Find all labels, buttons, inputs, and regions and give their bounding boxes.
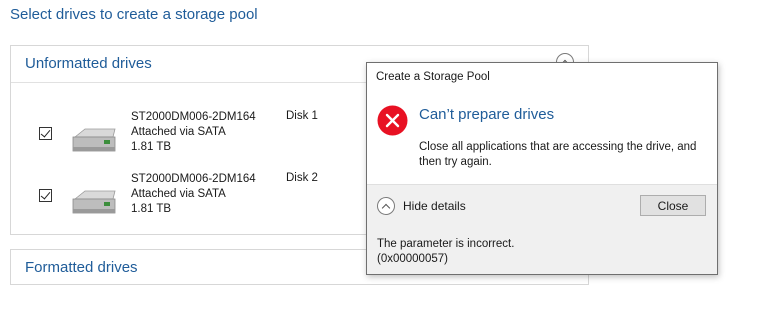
drive-size: 1.81 TB: [131, 141, 172, 153]
error-details: The parameter is incorrect. (0x00000057): [367, 225, 717, 274]
drive-model: ST2000DM006-2DM164: [131, 173, 256, 185]
hard-drive-icon: [72, 128, 116, 152]
drive-checkbox[interactable]: [39, 189, 52, 202]
drive-model: ST2000DM006-2DM164: [131, 111, 256, 123]
dialog-footer: Hide details Close: [367, 184, 717, 226]
unformatted-drives-title: Unformatted drives: [25, 55, 152, 72]
hide-details-label: Hide details: [403, 199, 466, 213]
error-code: (0x00000057): [377, 253, 448, 265]
disk-number: Disk 1: [286, 110, 318, 122]
hard-drive-icon: [72, 190, 116, 214]
close-button[interactable]: Close: [640, 195, 706, 216]
drive-info: ST2000DM006-2DM164 Attached via SATA 1.8…: [131, 110, 256, 155]
drive-connection: Attached via SATA: [131, 126, 226, 138]
page-heading: Select drives to create a storage pool: [10, 6, 258, 23]
details-line: The parameter is incorrect.: [377, 238, 515, 250]
formatted-drives-title: Formatted drives: [25, 259, 138, 276]
dialog-message: Close all applications that are accessin…: [419, 141, 697, 168]
drive-connection: Attached via SATA: [131, 188, 226, 200]
hide-details-toggle[interactable]: Hide details: [377, 196, 466, 216]
drive-size: 1.81 TB: [131, 203, 172, 215]
storage-pool-page: Select drives to create a storage pool U…: [0, 0, 769, 330]
disk-number: Disk 2: [286, 172, 318, 184]
drive-info: ST2000DM006-2DM164 Attached via SATA 1.8…: [131, 172, 256, 217]
drive-checkbox[interactable]: [39, 127, 52, 140]
error-dialog: Create a Storage Pool Can’t prepare driv…: [366, 62, 718, 275]
dialog-title: Create a Storage Pool: [376, 71, 490, 83]
chevron-up-icon[interactable]: [377, 197, 395, 215]
details-text: The parameter is incorrect. (0x00000057): [377, 237, 514, 267]
dialog-main-instruction: Can’t prepare drives: [419, 106, 555, 123]
error-icon: [377, 105, 408, 136]
